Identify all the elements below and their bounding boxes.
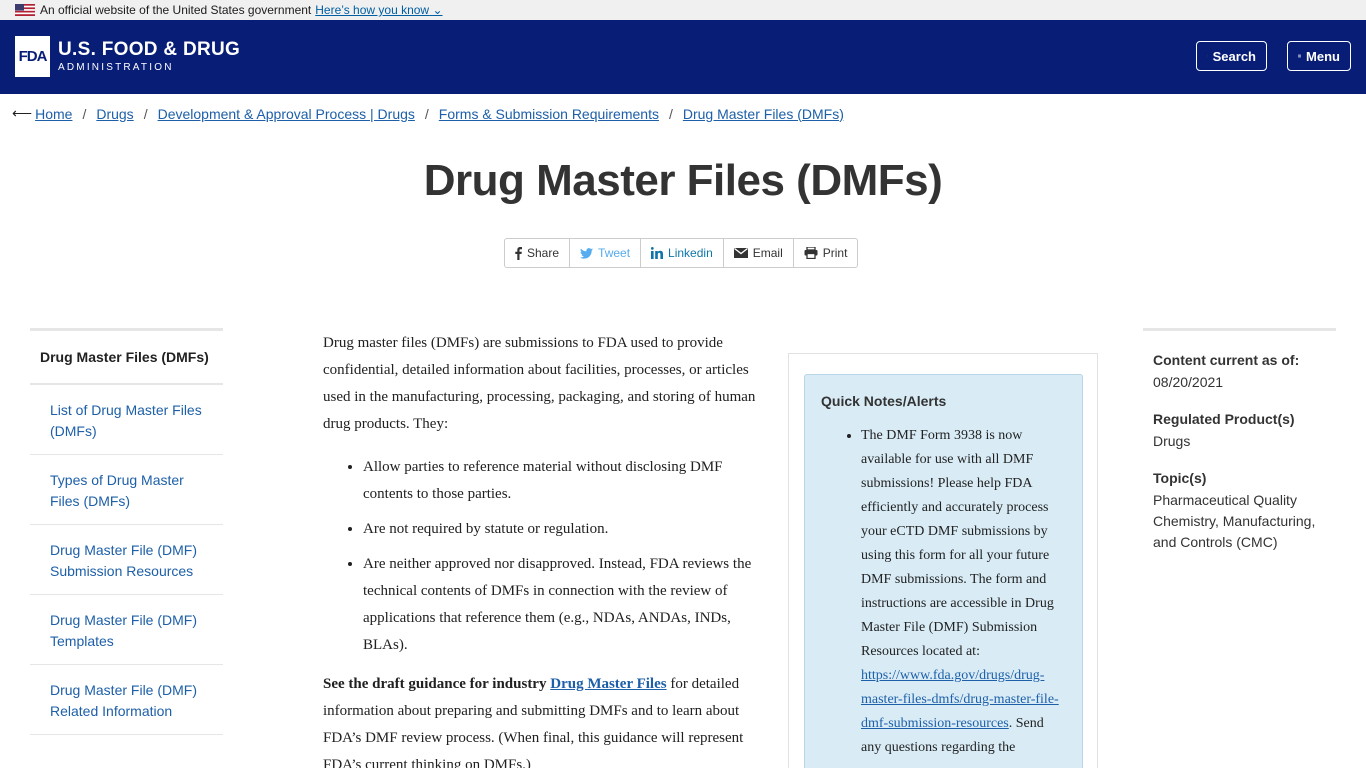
heres-how-you-know-link[interactable]: Here’s how you know ⌄ [315, 3, 442, 17]
printer-icon [804, 247, 818, 259]
share-print-button[interactable]: Print [794, 239, 858, 267]
gov-banner-text: An official website of the United States… [40, 3, 312, 17]
list-item: Are not required by statute or regulatio… [363, 516, 773, 543]
breadcrumb-home[interactable]: Home [35, 106, 72, 122]
nav-item-related-information[interactable]: Drug Master File (DMF) Related Informati… [30, 665, 223, 735]
list-item: Allow parties to reference material with… [363, 454, 773, 508]
list-item: Are neither approved nor disapproved. In… [363, 551, 773, 659]
gov-banner: An official website of the United States… [0, 0, 1366, 20]
breadcrumb-drugs[interactable]: Drugs [96, 106, 133, 122]
list-item: The DMF Form 3938 is now available for u… [861, 424, 1066, 760]
topics-label: Topic(s) [1153, 470, 1207, 486]
content-current-value: 08/20/2021 [1153, 374, 1224, 390]
right-sidebar: Content current as of: 08/20/2021 Regula… [1143, 328, 1336, 592]
chevron-down-icon: ⌄ [432, 3, 443, 17]
content-current-label: Content current as of: [1153, 352, 1300, 368]
nav-item-list-of-dmfs[interactable]: List of Drug Master Files (DMFs) [30, 385, 223, 455]
breadcrumb: ⟵ Home / Drugs / Development & Approval … [12, 105, 844, 122]
nav-heading[interactable]: Drug Master Files (DMFs) [30, 331, 223, 385]
site-header: FDA U.S. FOOD & DRUG ADMINISTRATION Sear… [0, 20, 1366, 94]
left-nav: Drug Master Files (DMFs) List of Drug Ma… [30, 328, 223, 735]
menu-button[interactable]: Menu [1287, 41, 1351, 71]
search-button[interactable]: Search [1196, 41, 1267, 71]
fda-logo-mark: FDA [15, 36, 50, 77]
logo-line2: ADMINISTRATION [58, 61, 174, 73]
nav-item-templates[interactable]: Drug Master File (DMF) Templates [30, 595, 223, 665]
search-icon [1207, 55, 1208, 57]
main-content: Drug master files (DMFs) are submissions… [323, 330, 773, 768]
breadcrumb-forms-submission[interactable]: Forms & Submission Requirements [439, 106, 659, 122]
breadcrumb-dmfs[interactable]: Drug Master Files (DMFs) [683, 106, 844, 122]
nav-item-submission-resources[interactable]: Drug Master File (DMF) Submission Resour… [30, 525, 223, 595]
share-linkedin-button[interactable]: Linkedin [641, 239, 724, 267]
dmf-bullets: Allow parties to reference material with… [363, 454, 773, 659]
twitter-icon [580, 247, 594, 259]
quick-notes-box: Quick Notes/Alerts The DMF Form 3938 is … [804, 374, 1083, 768]
breadcrumb-development-approval[interactable]: Development & Approval Process | Drugs [158, 106, 415, 122]
intro-paragraph: Drug master files (DMFs) are submissions… [323, 335, 756, 432]
us-flag-icon [15, 4, 35, 16]
topics-value: Pharmaceutical Quality Chemistry, Manufa… [1153, 492, 1316, 550]
facebook-icon [515, 246, 522, 260]
regulated-products-value: Drugs [1153, 433, 1191, 449]
quick-notes-container: Quick Notes/Alerts The DMF Form 3938 is … [788, 353, 1098, 768]
nav-item-types-of-dmfs[interactable]: Types of Drug Master Files (DMFs) [30, 455, 223, 525]
share-bar: Share Tweet Linkedin Email Print [504, 238, 859, 268]
quick-notes-title: Quick Notes/Alerts [821, 393, 947, 409]
back-arrow-icon: ⟵ [12, 105, 33, 121]
guidance-paragraph: See the draft guidance for industry Drug… [323, 676, 744, 768]
drug-master-files-guidance-link[interactable]: Drug Master Files [550, 676, 666, 692]
hamburger-icon [1298, 54, 1302, 58]
envelope-icon [733, 248, 748, 258]
linkedin-icon [651, 247, 664, 259]
fda-logo[interactable]: FDA U.S. FOOD & DRUG ADMINISTRATION [15, 36, 240, 77]
share-email-button[interactable]: Email [724, 239, 794, 267]
logo-line1: U.S. FOOD & DRUG [58, 38, 241, 60]
share-facebook-button[interactable]: Share [505, 239, 571, 267]
page-title: Drug Master Files (DMFs) [423, 156, 943, 205]
share-tweet-button[interactable]: Tweet [570, 239, 642, 267]
regulated-products-label: Regulated Product(s) [1153, 411, 1295, 427]
